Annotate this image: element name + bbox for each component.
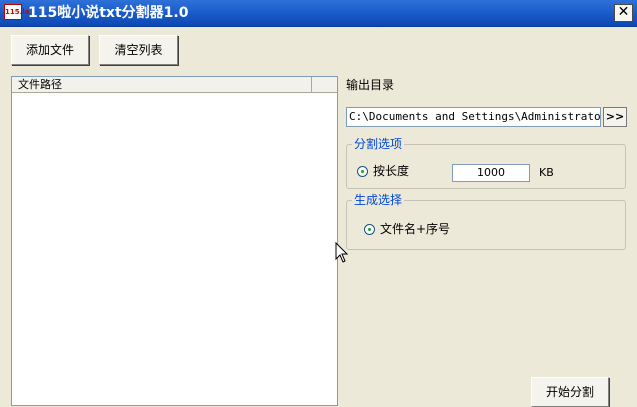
title-bar: 115.la 115啦小说txt分割器1.0 ✕	[0, 0, 637, 27]
file-list-header: 文件路径	[12, 77, 337, 93]
filename-seq-label: 文件名+序号	[380, 222, 451, 236]
app-logo-icon: 115.la	[4, 4, 29, 20]
file-list[interactable]: 文件路径	[11, 76, 338, 406]
close-button[interactable]: ✕	[614, 4, 633, 22]
add-files-button[interactable]: 添加文件	[11, 35, 89, 65]
unit-label: KB	[539, 166, 554, 179]
naming-legend: 生成选择	[352, 193, 405, 207]
split-options-legend: 分割选项	[352, 137, 405, 151]
mouse-cursor-icon	[335, 242, 349, 263]
output-dir-input[interactable]: C:\Documents and Settings\Administrator\…	[346, 107, 601, 127]
browse-button[interactable]: >>	[603, 107, 627, 127]
window-title: 115啦小说txt分割器1.0	[28, 5, 189, 21]
filename-seq-radio[interactable]	[364, 224, 375, 235]
by-length-radio[interactable]	[357, 166, 368, 177]
column-header-path[interactable]: 文件路径	[12, 77, 312, 92]
output-dir-label: 输出目录	[346, 78, 395, 92]
clear-list-button[interactable]: 清空列表	[99, 35, 178, 65]
column-header-spacer	[312, 77, 337, 92]
length-input[interactable]: 1000	[452, 164, 530, 182]
by-length-label: 按长度	[373, 164, 410, 178]
